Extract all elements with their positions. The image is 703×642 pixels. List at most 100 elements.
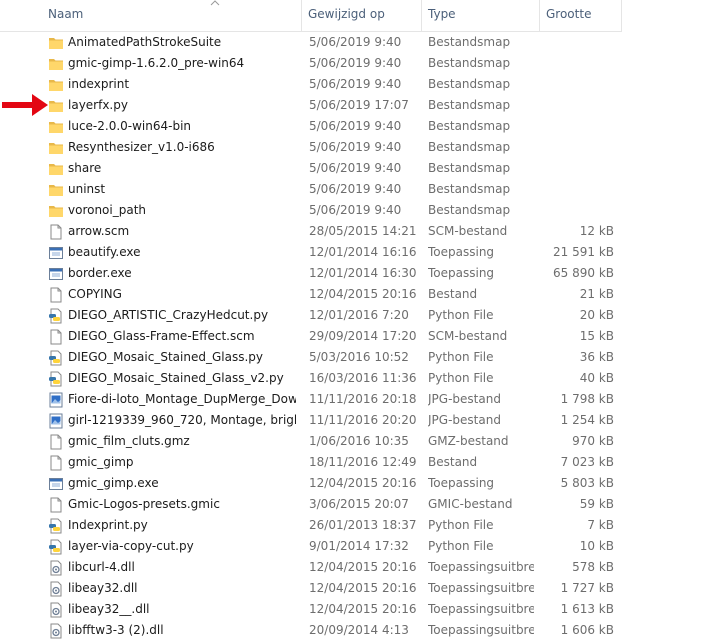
file-row[interactable]: gmic-gimp-1.6.2.0_pre-win64 5/06/2019 9:4… [0,53,622,74]
file-row[interactable]: libcurl-4.dll 12/04/2015 20:16 Toepassings… [0,557,622,578]
file-name: COPYING [68,287,122,301]
file-row[interactable]: DIEGO_ARTISTIC_CrazyHedcut.py 12/01/2016 … [0,305,622,326]
file-row[interactable]: uninst 5/06/2019 9:40 Bestandsmap [0,179,622,200]
file-name: DIEGO_ARTISTIC_CrazyHedcut.py [68,308,269,322]
file-size: 1 613 kB [560,602,614,616]
file-type: Bestand [428,455,478,469]
file-modified: 12/01/2016 7:20 [309,308,409,322]
file-name: gmic_gimp [68,455,134,469]
file-size: 1 727 kB [560,581,614,595]
dll-icon [48,602,64,618]
file-size: 36 kB [579,350,614,364]
file-name: DIEGO_Mosaic_Stained_Glass.py [68,350,263,364]
exe-icon [48,476,64,492]
file-name: gmic_film_cluts.gmz [68,434,190,448]
file-size: 21 591 kB [553,245,614,259]
file-type: Python File [428,518,494,532]
file-size: 1 798 kB [560,392,614,406]
python-icon [48,371,64,387]
python-icon [48,308,64,324]
file-row[interactable]: indexprint 5/06/2019 9:40 Bestandsmap [0,74,622,95]
file-row[interactable]: layerfx.py 5/06/2019 17:07 Bestandsmap [0,95,622,116]
file-row[interactable]: border.exe 12/01/2014 16:30 Toepassing 65 8… [0,263,622,284]
file-icon [48,224,64,240]
file-row[interactable]: AnimatedPathStrokeSuite 5/06/2019 9:40 Bes… [0,32,622,53]
python-icon [48,518,64,534]
file-row[interactable]: Fiore-di-loto_Montage_DupMerge_Down... 11… [0,389,622,410]
column-header-size[interactable]: Grootte [540,0,622,31]
file-modified: 12/04/2015 20:16 [309,476,417,490]
file-icon [48,329,64,345]
file-row[interactable]: libeay32.dll 12/04/2015 20:16 Toepassingsu… [0,578,622,599]
file-row[interactable]: COPYING 12/04/2015 20:16 Bestand 21 kB [0,284,622,305]
file-row[interactable]: libfftw3-3 (2).dll 20/09/2014 4:13 Toepass… [0,620,622,641]
file-name: layerfx.py [68,98,128,112]
file-modified: 12/04/2015 20:16 [309,560,417,574]
file-row[interactable]: share 5/06/2019 9:40 Bestandsmap [0,158,622,179]
file-row[interactable]: layer-via-copy-cut.py 9/01/2014 17:32 Pyth… [0,536,622,557]
file-type: Bestandsmap [428,140,511,154]
file-modified: 20/09/2014 4:13 [309,623,409,637]
file-name: Indexprint.py [68,518,148,532]
file-type: Bestandsmap [428,98,511,112]
column-header-name[interactable]: Naam [42,0,302,31]
file-modified: 26/01/2013 18:37 [309,518,417,532]
sort-ascending-icon [210,0,220,8]
file-icon [48,434,64,450]
file-type: Bestandsmap [428,77,511,91]
folder-icon [48,182,64,198]
file-row[interactable]: DIEGO_Mosaic_Stained_Glass.py 5/03/2016 1… [0,347,622,368]
file-row[interactable]: girl-1219339_960_720, Montage, brighten.… [0,410,622,431]
folder-icon [48,140,64,156]
column-header-modified[interactable]: Gewijzigd op [302,0,422,31]
file-row[interactable]: gmic_gimp 18/11/2016 12:49 Bestand 7 023 kB [0,452,622,473]
file-type: Bestandsmap [428,35,511,49]
file-row[interactable]: luce-2.0.0-win64-bin 5/06/2019 9:40 Bestan… [0,116,622,137]
file-row[interactable]: libeay32__.dll 12/04/2015 20:16 Toepassing… [0,599,622,620]
file-modified: 9/01/2014 17:32 [309,539,409,553]
file-name: libeay32.dll [68,581,138,595]
file-name: indexprint [68,77,130,91]
file-type: SCM-bestand [428,224,508,238]
file-row[interactable]: arrow.scm 28/05/2015 14:21 SCM-bestand 12 k… [0,221,622,242]
file-name: Resynthesizer_v1.0-i686 [68,140,215,154]
file-name: libcurl-4.dll [68,560,135,574]
file-row[interactable]: gmic_gimp.exe 12/04/2015 20:16 Toepassing 5… [0,473,622,494]
file-row[interactable]: Resynthesizer_v1.0-i686 5/06/2019 9:40 Bes… [0,137,622,158]
file-name: Fiore-di-loto_Montage_DupMerge_Down... [68,392,296,406]
file-type: Bestandsmap [428,119,511,133]
file-row[interactable]: gmic_film_cluts.gmz 1/06/2016 10:35 GMZ-be… [0,431,622,452]
file-name: beautify.exe [68,245,141,259]
file-name: AnimatedPathStrokeSuite [68,35,222,49]
file-name: arrow.scm [68,224,130,238]
file-row[interactable]: Gmic-Logos-presets.gmic 3/06/2015 20:07 GM… [0,494,622,515]
file-size: 970 kB [572,434,614,448]
folder-icon [48,203,64,219]
file-name: luce-2.0.0-win64-bin [68,119,192,133]
file-name: layer-via-copy-cut.py [68,539,194,553]
file-row[interactable]: Indexprint.py 26/01/2013 18:37 Python File… [0,515,622,536]
column-header-type-label: Type [428,7,456,21]
column-header-type[interactable]: Type [422,0,540,31]
file-modified: 3/06/2015 20:07 [309,497,409,511]
file-row[interactable]: DIEGO_Glass-Frame-Effect.scm 29/09/2014 1… [0,326,622,347]
folder-icon [48,35,64,51]
file-icon [48,497,64,513]
folder-icon [48,98,64,114]
file-type: JPG-bestand [428,392,501,406]
file-modified: 11/11/2016 20:20 [309,413,417,427]
file-type: SCM-bestand [428,329,508,343]
file-icon [48,287,64,303]
column-header-size-label: Grootte [546,7,592,21]
file-type: Bestandsmap [428,203,511,217]
column-header-modified-label: Gewijzigd op [308,7,385,21]
file-type: Toepassingsuitbre... [428,581,534,595]
file-type: Toepassingsuitbre... [428,560,534,574]
file-modified: 5/06/2019 9:40 [309,119,402,133]
file-name: share [68,161,102,175]
file-type: GMIC-bestand [428,497,513,511]
file-row[interactable]: DIEGO_Mosaic_Stained_Glass_v2.py 16/03/20… [0,368,622,389]
file-row[interactable]: beautify.exe 12/01/2014 16:16 Toepassing 21… [0,242,622,263]
dll-icon [48,581,64,597]
file-row[interactable]: voronoi_path 5/06/2019 9:40 Bestandsmap [0,200,622,221]
